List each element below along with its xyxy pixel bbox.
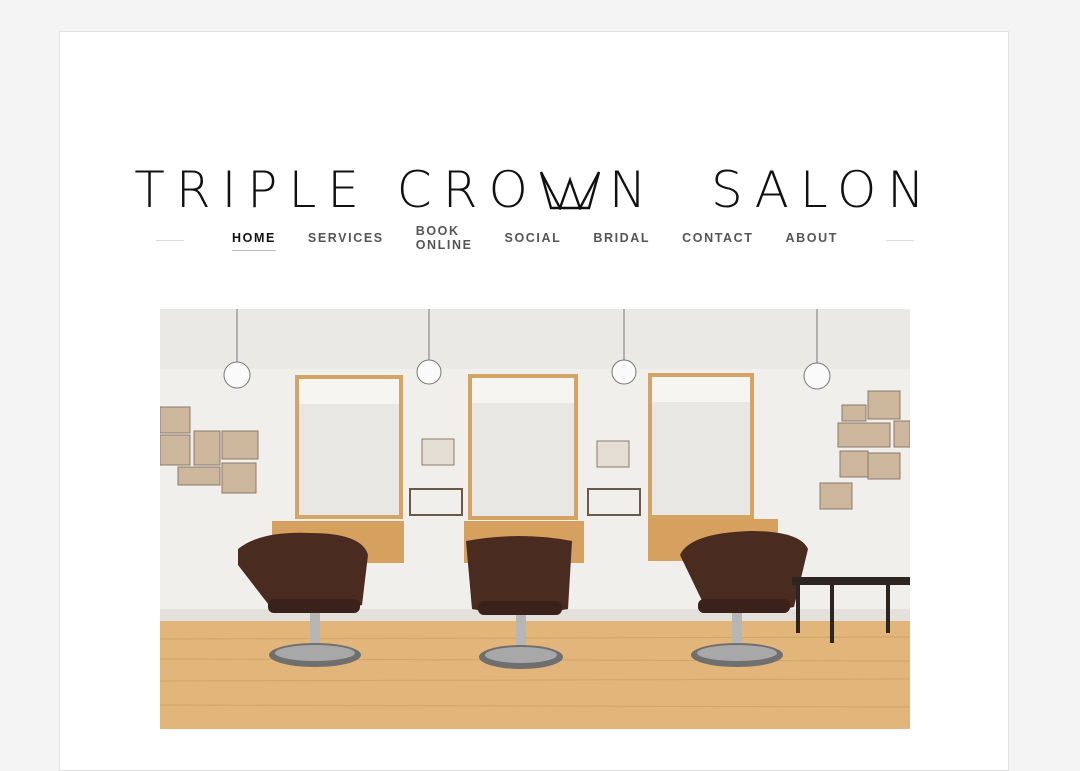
nav-item-book-online[interactable]: BOOK ONLINE	[416, 224, 473, 256]
salon-interior-photo	[160, 309, 910, 729]
nav-item-social[interactable]: SOCIAL	[505, 231, 562, 249]
nav-item-home[interactable]: HOME	[232, 231, 276, 251]
salon-chairs	[238, 531, 808, 669]
nav-divider-right	[886, 239, 914, 241]
nav-item-services[interactable]: SERVICES	[308, 231, 384, 249]
mirrors	[295, 373, 754, 520]
crown-icon	[539, 171, 600, 210]
logo-text-part1: TRIPLE CRO	[134, 161, 539, 219]
site-logo[interactable]: TRIPLE CRO N SALON	[60, 160, 1010, 220]
nav-item-bridal[interactable]: BRIDAL	[593, 231, 650, 249]
hero-image	[160, 309, 910, 729]
logo-text-part2: N SALON	[608, 161, 936, 219]
nav-item-about[interactable]: ABOUT	[786, 231, 838, 249]
page-card: TRIPLE CRO N SALON HOME SERVICES BOOK ON…	[59, 31, 1009, 771]
nav-divider-left	[156, 239, 184, 241]
logo-text: TRIPLE CRO N SALON	[134, 160, 935, 220]
main-nav: HOME SERVICES BOOK ONLINE SOCIAL BRIDAL …	[156, 224, 914, 252]
nav-item-contact[interactable]: CONTACT	[682, 231, 753, 249]
